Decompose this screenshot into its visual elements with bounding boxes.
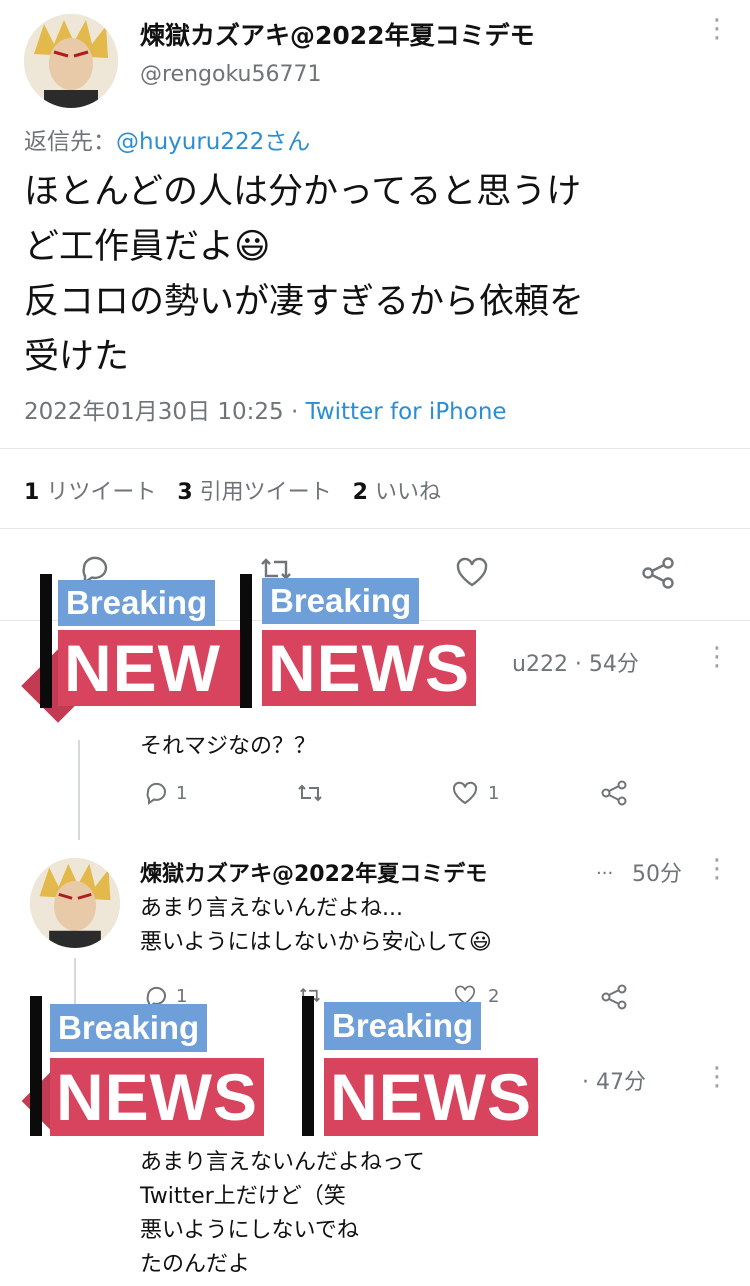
news-label: NEWS — [324, 1058, 538, 1136]
grinning-emoji: 😃 — [234, 227, 271, 267]
kebab-icon[interactable]: ⋮ — [704, 644, 730, 670]
thread-line — [74, 958, 76, 1008]
reply-text: あまり言えないんだよねって Twitter上だけど（笑 悪いようにしないでね た… — [140, 1146, 425, 1282]
share-icon[interactable] — [640, 556, 676, 590]
news-label: NEW — [58, 630, 250, 706]
news-stripe — [302, 996, 314, 1136]
reply-to-prefix: 返信先： — [24, 129, 116, 155]
author-avatar[interactable] — [24, 14, 118, 108]
reply-to-line: 返信先：@huyuru222さん — [24, 122, 310, 156]
share-icon[interactable] — [600, 984, 628, 1010]
quotes-stat[interactable]: 3 引用ツイート — [177, 480, 331, 505]
grinning-emoji: 😃 — [468, 930, 492, 955]
reply-line-with-emoji: 悪いようにはしないから安心して😃 — [140, 926, 492, 960]
news-label: NEWS — [50, 1058, 264, 1136]
heart-icon[interactable] — [455, 556, 489, 588]
retweet-icon[interactable] — [296, 780, 324, 806]
timestamp: 2022年01月30日 10:25 · — [24, 399, 306, 425]
stats-row: 1 リツイート 3 引用ツイート 2 いいね — [24, 474, 441, 506]
heart-icon[interactable] — [452, 781, 478, 805]
likes-label: いいね — [374, 480, 441, 505]
author-name[interactable]: 煉獄カズアキ@2022年夏コミデモ — [140, 16, 535, 52]
breaking-label: Breaking — [58, 580, 216, 626]
author-handle[interactable]: @rengoku56771 — [140, 62, 321, 87]
reply-icon[interactable] — [144, 984, 170, 1006]
tweet-line: 受けた — [24, 337, 130, 377]
quotes-count: 3 — [177, 480, 193, 505]
reply-icon[interactable] — [144, 780, 170, 806]
tweet-line: ど工作員だよ — [24, 227, 235, 267]
retweets-stat[interactable]: 1 リツイート — [24, 480, 156, 505]
reply-to-link[interactable]: @huyuru222さん — [116, 129, 310, 155]
thread-line — [78, 740, 80, 840]
news-stripe — [40, 574, 52, 708]
reply-time: 50分 — [632, 862, 682, 887]
kebab-icon[interactable]: ⋮ — [704, 1064, 730, 1090]
like-count: 2 — [488, 986, 500, 1007]
retweets-count: 1 — [24, 480, 40, 505]
reply-text: あまり言えないんだよね... 悪いようにはしないから安心して😃 — [140, 892, 492, 960]
reply-line: 悪いようにはしないから安心して — [140, 930, 469, 955]
likes-count: 2 — [352, 480, 368, 505]
share-icon[interactable] — [600, 780, 628, 806]
breaking-label: Breaking — [324, 1002, 482, 1050]
reply-count: 1 — [176, 783, 188, 804]
like-count: 1 — [488, 783, 500, 804]
reply-handle-time: u222 · 54分 — [512, 652, 639, 677]
tweet-body: ほとんどの人は分かってると思うけ ど工作員だよ😃 反コロの勢いが凄すぎるから依頼… — [24, 165, 734, 385]
news-stripe — [30, 996, 42, 1136]
reply-line: あまり言えないんだよね... — [140, 896, 403, 921]
retweets-label: リツイート — [46, 480, 157, 505]
tweet-line: ほとんどの人は分かってると思うけ — [24, 172, 582, 212]
news-label: NEWS — [262, 630, 476, 706]
reply-line: たのんだよ — [140, 1252, 251, 1277]
divider — [0, 448, 750, 449]
reply-text: それマジなの？？ — [140, 734, 317, 759]
news-stripe — [240, 574, 252, 708]
reply-line: 悪いようにしないでね — [140, 1218, 359, 1243]
name-ellipsis: ... — [596, 858, 614, 879]
avatar-portrait-icon — [30, 858, 120, 948]
avatar-portrait-icon — [24, 14, 118, 108]
source-link[interactable]: Twitter for iPhone — [306, 399, 507, 425]
reply-author-avatar[interactable] — [30, 858, 120, 948]
likes-stat[interactable]: 2 いいね — [353, 480, 441, 505]
reply-time: · 47分 — [582, 1070, 646, 1095]
kebab-icon[interactable]: ⋮ — [704, 856, 730, 882]
reply-author-name[interactable]: 煉獄カズアキ@2022年夏コミデモ — [140, 856, 487, 888]
quotes-label: 引用ツイート — [199, 480, 332, 505]
breaking-label: Breaking — [262, 578, 420, 624]
reply-line: Twitter上だけど（笑 — [140, 1184, 346, 1209]
reply-line: あまり言えないんだよねって — [140, 1150, 425, 1175]
divider — [0, 528, 750, 529]
timestamp-line: 2022年01月30日 10:25 · Twitter for iPhone — [24, 392, 507, 426]
breaking-label: Breaking — [50, 1004, 208, 1052]
kebab-icon[interactable]: ⋮ — [704, 16, 730, 42]
tweet-line: 反コロの勢いが凄すぎるから依頼を — [24, 282, 585, 322]
tweet-line-with-emoji: ど工作員だよ😃 — [24, 220, 734, 275]
